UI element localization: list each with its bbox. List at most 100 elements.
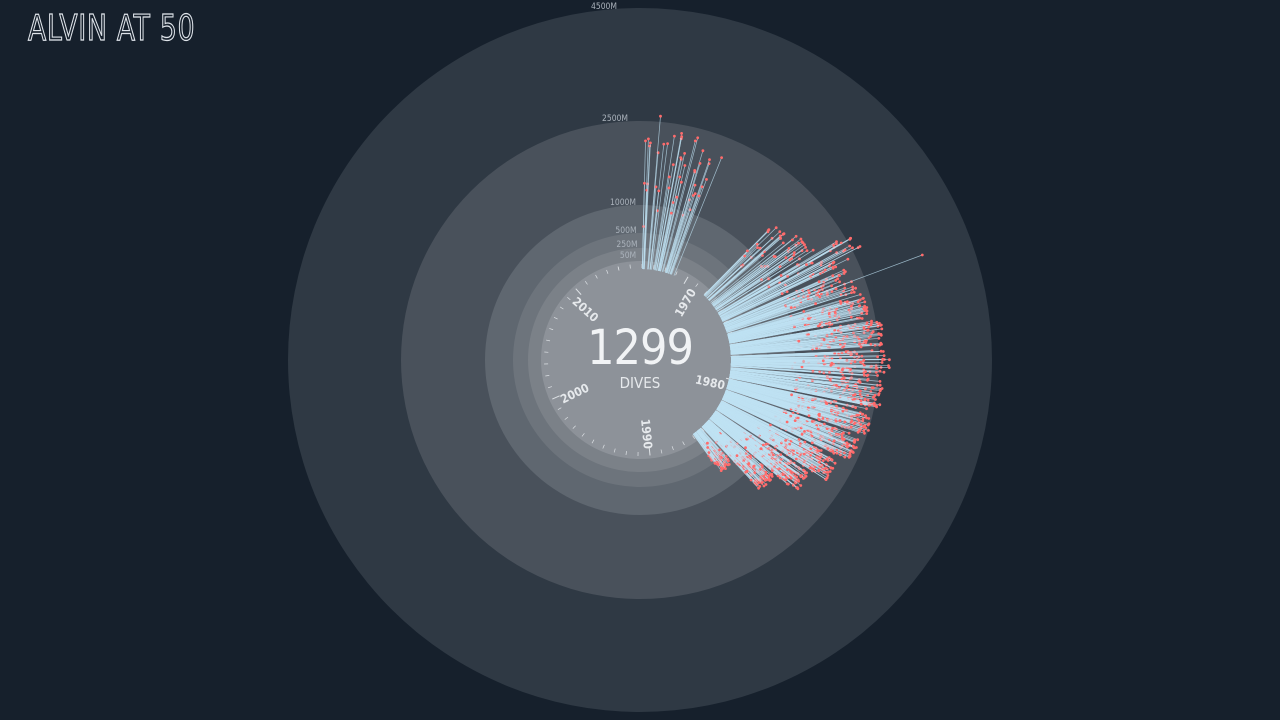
dive-point xyxy=(880,327,884,331)
dive-point xyxy=(825,457,829,461)
dive-point xyxy=(680,135,684,139)
dive-point xyxy=(796,486,799,490)
dive-point xyxy=(705,178,708,181)
dive-point xyxy=(851,246,854,250)
dive-point xyxy=(790,393,793,397)
dive-point xyxy=(761,443,765,447)
dive-point xyxy=(849,368,853,371)
dive-point xyxy=(829,466,833,470)
dive-point xyxy=(706,441,709,445)
dive-point xyxy=(784,439,787,442)
dive-point xyxy=(854,406,857,409)
radial-dive-chart[interactable]: 4500M 2500M 1000M 500M 250M 50M 1970 198… xyxy=(0,0,1280,720)
dive-point xyxy=(879,324,882,327)
dive-point xyxy=(735,454,739,457)
dive-point xyxy=(852,393,855,397)
dive-point xyxy=(825,470,829,474)
dive-point xyxy=(870,321,873,325)
dive-point xyxy=(766,229,770,232)
dive-point xyxy=(824,466,827,470)
dive-point xyxy=(859,360,862,364)
dive-point xyxy=(778,234,782,238)
dive-point xyxy=(865,416,868,420)
dive-point xyxy=(831,274,835,278)
ring-label-50: 50M xyxy=(620,251,636,261)
dive-point xyxy=(800,432,804,436)
dive-point xyxy=(835,383,838,387)
dive-point xyxy=(880,361,884,364)
dive-point xyxy=(879,341,883,345)
dive-point xyxy=(863,397,867,401)
dive-point xyxy=(849,425,853,429)
dive-point xyxy=(846,257,850,261)
dive-point xyxy=(878,403,882,407)
dive-point xyxy=(701,149,705,153)
dive-point xyxy=(804,246,807,249)
dive-point xyxy=(863,300,867,304)
dive-point xyxy=(803,430,806,433)
dive-point xyxy=(810,261,814,265)
ring-label-250: 250M xyxy=(616,240,637,250)
dive-point xyxy=(759,447,763,450)
dive-point xyxy=(805,263,808,266)
dive-point xyxy=(859,402,863,406)
dive-point xyxy=(859,345,863,349)
dive-point xyxy=(882,354,886,357)
dive-point xyxy=(853,439,857,443)
dive-point xyxy=(693,139,697,143)
dive-point xyxy=(862,358,866,362)
dive-point xyxy=(858,304,862,307)
dive-point xyxy=(862,326,866,329)
dive-point xyxy=(831,426,834,430)
dive-point xyxy=(718,448,721,452)
dive-point xyxy=(873,403,876,407)
dive-point xyxy=(797,479,800,483)
dive-point xyxy=(865,407,868,411)
dive-line xyxy=(730,358,883,361)
dive-point xyxy=(808,466,812,470)
ring-label-4500: 4500M xyxy=(591,2,617,12)
dive-point xyxy=(869,335,872,338)
dive-point xyxy=(842,272,846,275)
dive-point xyxy=(693,169,697,172)
dive-point xyxy=(861,297,865,300)
dive-point xyxy=(830,284,833,288)
dive-point xyxy=(768,473,772,476)
dive-point xyxy=(678,175,682,179)
dive-point xyxy=(829,364,833,367)
dive-point xyxy=(851,285,855,289)
dive-point xyxy=(763,479,767,482)
dive-point xyxy=(791,238,794,242)
dive-point xyxy=(828,470,832,473)
dive-point xyxy=(850,291,853,294)
dive-point xyxy=(662,142,666,146)
dive-point xyxy=(867,325,871,329)
dive-point xyxy=(859,389,862,393)
dive-point xyxy=(828,378,832,382)
dive-point xyxy=(696,136,700,140)
dive-point xyxy=(833,461,837,465)
dive-point xyxy=(853,360,857,364)
dive-point xyxy=(876,374,879,377)
dive-point xyxy=(857,419,861,422)
dive-count-unit: DIVES xyxy=(620,374,661,392)
dive-point xyxy=(866,398,870,402)
dive-point xyxy=(792,251,796,255)
dive-point xyxy=(848,452,852,456)
dive-point xyxy=(858,429,861,433)
dive-point xyxy=(838,419,842,422)
dive-point xyxy=(654,185,658,189)
dive-point xyxy=(786,468,789,471)
dive-point xyxy=(858,342,861,346)
dive-point xyxy=(828,371,831,374)
dive-point xyxy=(804,471,807,475)
dive-point xyxy=(808,291,811,295)
dive-point xyxy=(824,401,828,404)
dive-point xyxy=(830,458,834,462)
dive-point xyxy=(832,439,836,443)
dive-point xyxy=(869,342,873,346)
dive-point xyxy=(851,450,854,454)
dive-point xyxy=(856,438,860,442)
dive-point xyxy=(879,333,883,337)
dive-point xyxy=(785,420,789,424)
